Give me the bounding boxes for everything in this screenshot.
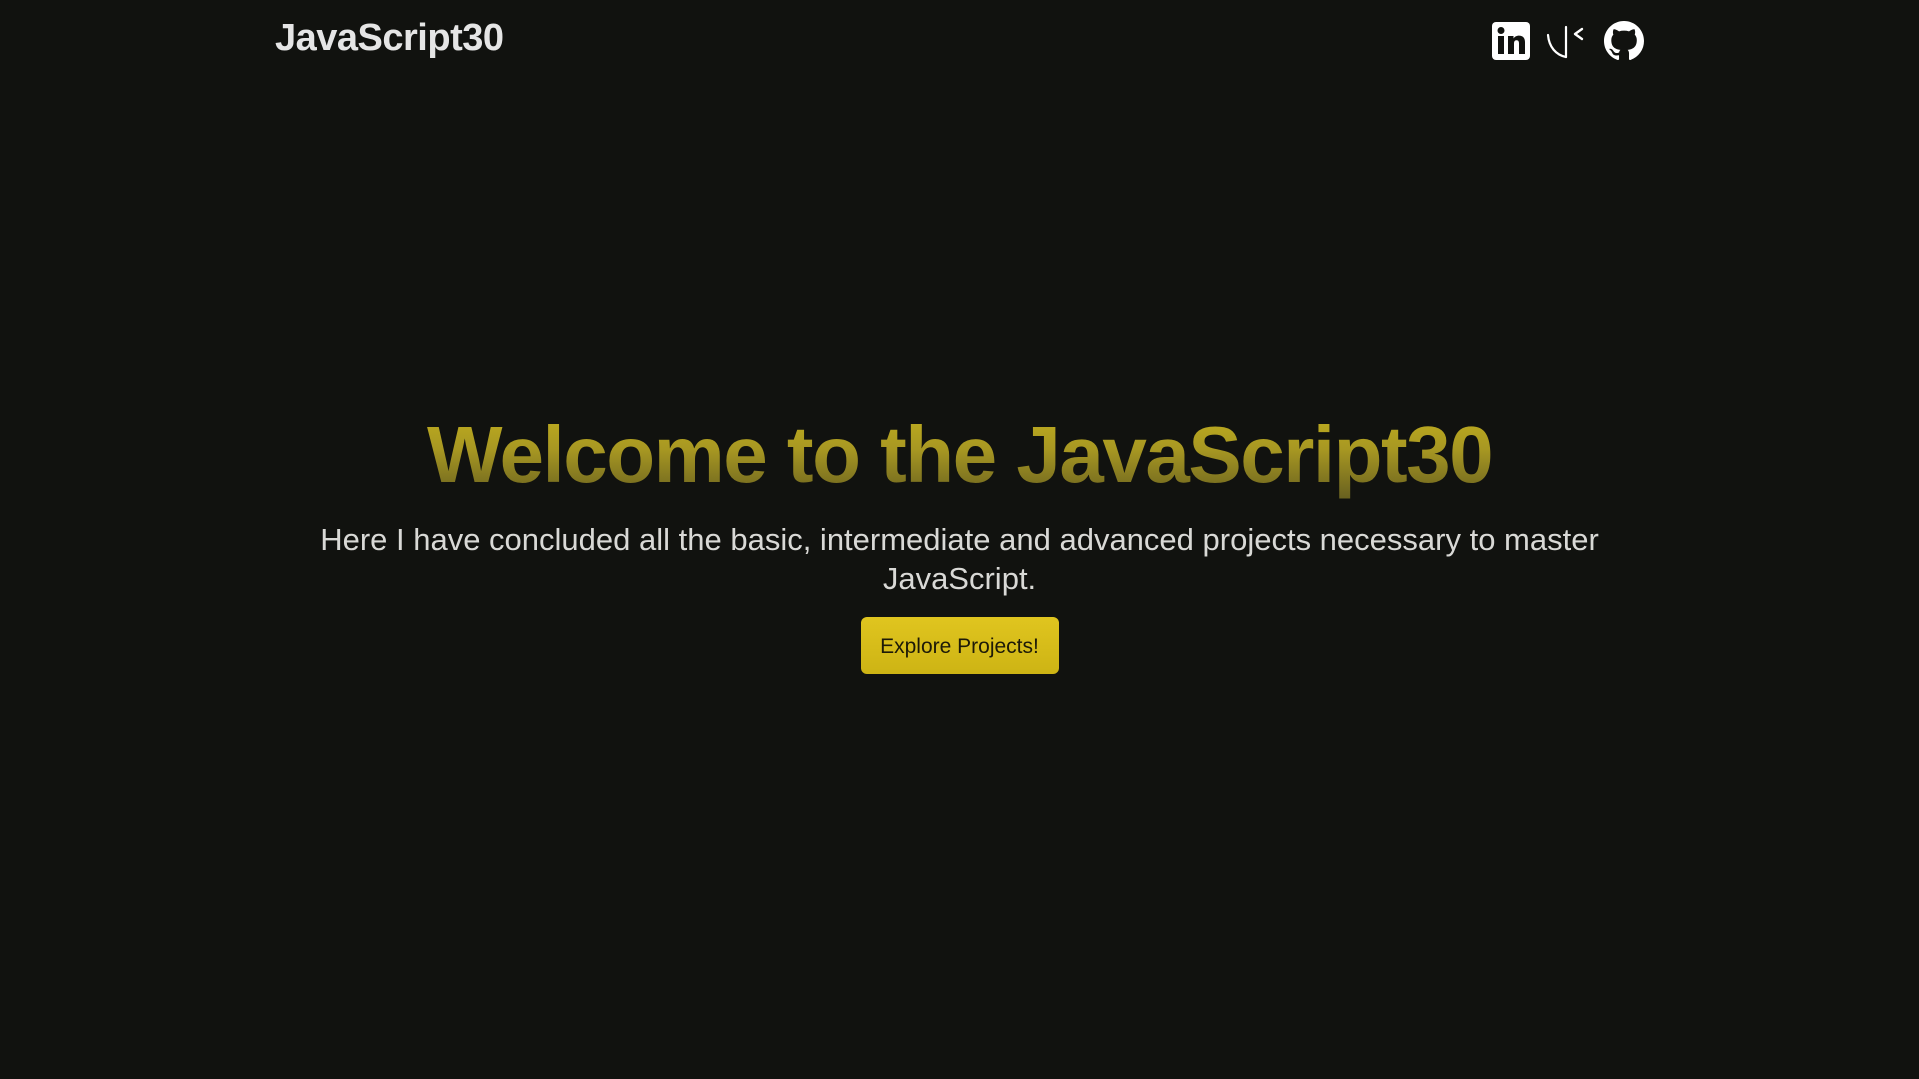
explore-projects-button[interactable]: Explore Projects! <box>860 617 1059 674</box>
linkedin-link[interactable] <box>1491 20 1531 62</box>
github-link[interactable] <box>1603 20 1645 62</box>
github-icon <box>1604 21 1644 61</box>
brand-logo[interactable]: JavaScript30 <box>275 17 504 60</box>
hero-section: Welcome to the JavaScript30 Here I have … <box>0 400 1919 674</box>
linkedin-icon <box>1492 22 1530 60</box>
hashnode-link[interactable] <box>1545 20 1591 62</box>
hero-title: Welcome to the JavaScript30 <box>0 400 1919 510</box>
navbar: JavaScript30 <box>0 0 1919 82</box>
hashnode-icon <box>1546 25 1584 59</box>
page: JavaScript30 Welcome to the JavaScript30 <box>0 0 1919 1079</box>
hero-subtitle: Here I have concluded all the basic, int… <box>320 522 1599 596</box>
